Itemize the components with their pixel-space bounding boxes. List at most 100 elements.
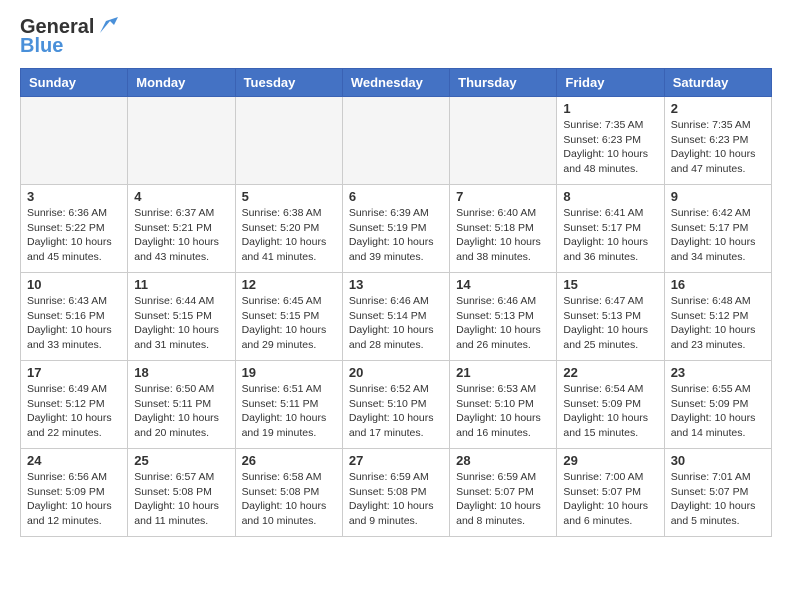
day-number: 23 (671, 365, 765, 380)
day-cell: 12 Sunrise: 6:45 AMSunset: 5:15 PMDayligh… (235, 273, 342, 361)
day-header-sunday: Sunday (21, 69, 128, 97)
day-cell: 15Sunrise: 6:47 AMSunset: 5:13 PMDayligh… (557, 273, 664, 361)
day-info: Sunrise: 6:39 AMSunset: 5:19 PMDaylight:… (349, 206, 443, 265)
day-number: 29 (563, 453, 657, 468)
day-info: Sunrise: 6:46 AMSunset: 5:13 PMDaylight:… (456, 294, 550, 353)
day-number: 2 (671, 101, 765, 116)
day-cell: 27 Sunrise: 6:59 AMSunset: 5:08 PMDayligh… (342, 449, 449, 537)
day-number: 20 (349, 365, 443, 380)
day-cell: 30 Sunrise: 7:01 AMSunset: 5:07 PMDayligh… (664, 449, 771, 537)
day-info: Sunrise: 6:49 AMSunset: 5:12 PMDaylight:… (27, 382, 121, 441)
day-cell: 29Sunrise: 7:00 AMSunset: 5:07 PMDayligh… (557, 449, 664, 537)
day-number: 3 (27, 189, 121, 204)
day-cell: 1 Sunrise: 7:35 AMSunset: 6:23 PMDaylight… (557, 97, 664, 185)
day-cell (235, 97, 342, 185)
day-number: 16 (671, 277, 765, 292)
day-number: 30 (671, 453, 765, 468)
day-info: Sunrise: 6:52 AMSunset: 5:10 PMDaylight:… (349, 382, 443, 441)
day-number: 27 (349, 453, 443, 468)
logo: General Blue (20, 16, 118, 58)
day-cell: 5 Sunrise: 6:38 AMSunset: 5:20 PMDaylight… (235, 185, 342, 273)
day-number: 9 (671, 189, 765, 204)
day-number: 26 (242, 453, 336, 468)
day-info: Sunrise: 7:35 AMSunset: 6:23 PMDaylight:… (671, 118, 765, 177)
day-cell: 2 Sunrise: 7:35 AMSunset: 6:23 PMDaylight… (664, 97, 771, 185)
day-info: Sunrise: 6:45 AMSunset: 5:15 PMDaylight:… (242, 294, 336, 353)
day-info: Sunrise: 6:55 AMSunset: 5:09 PMDaylight:… (671, 382, 765, 441)
day-info: Sunrise: 6:40 AMSunset: 5:18 PMDaylight:… (456, 206, 550, 265)
day-info: Sunrise: 6:46 AMSunset: 5:14 PMDaylight:… (349, 294, 443, 353)
day-header-saturday: Saturday (664, 69, 771, 97)
week-row-3: 17 Sunrise: 6:49 AMSunset: 5:12 PMDayligh… (21, 361, 772, 449)
day-cell: 25 Sunrise: 6:57 AMSunset: 5:08 PMDayligh… (128, 449, 235, 537)
day-info: Sunrise: 7:01 AMSunset: 5:07 PMDaylight:… (671, 470, 765, 529)
day-number: 12 (242, 277, 336, 292)
day-cell (21, 97, 128, 185)
day-header-wednesday: Wednesday (342, 69, 449, 97)
day-number: 18 (134, 365, 228, 380)
day-info: Sunrise: 7:35 AMSunset: 6:23 PMDaylight:… (563, 118, 657, 177)
day-info: Sunrise: 6:59 AMSunset: 5:07 PMDaylight:… (456, 470, 550, 529)
day-number: 5 (242, 189, 336, 204)
day-info: Sunrise: 6:59 AMSunset: 5:08 PMDaylight:… (349, 470, 443, 529)
day-number: 14 (456, 277, 550, 292)
day-info: Sunrise: 6:51 AMSunset: 5:11 PMDaylight:… (242, 382, 336, 441)
day-info: Sunrise: 6:48 AMSunset: 5:12 PMDaylight:… (671, 294, 765, 353)
day-number: 4 (134, 189, 228, 204)
day-info: Sunrise: 6:43 AMSunset: 5:16 PMDaylight:… (27, 294, 121, 353)
day-cell: 9 Sunrise: 6:42 AMSunset: 5:17 PMDaylight… (664, 185, 771, 273)
day-cell: 23 Sunrise: 6:55 AMSunset: 5:09 PMDayligh… (664, 361, 771, 449)
logo-blue: Blue (20, 35, 63, 58)
calendar-wrapper: SundayMondayTuesdayWednesdayThursdayFrid… (0, 68, 792, 547)
day-number: 21 (456, 365, 550, 380)
week-row-4: 24Sunrise: 6:56 AMSunset: 5:09 PMDayligh… (21, 449, 772, 537)
calendar-table: SundayMondayTuesdayWednesdayThursdayFrid… (20, 68, 772, 537)
day-info: Sunrise: 6:38 AMSunset: 5:20 PMDaylight:… (242, 206, 336, 265)
day-info: Sunrise: 6:37 AMSunset: 5:21 PMDaylight:… (134, 206, 228, 265)
day-cell: 4 Sunrise: 6:37 AMSunset: 5:21 PMDaylight… (128, 185, 235, 273)
day-cell: 16 Sunrise: 6:48 AMSunset: 5:12 PMDayligh… (664, 273, 771, 361)
logo-bird-icon (96, 15, 118, 37)
day-number: 10 (27, 277, 121, 292)
page-header: General Blue (0, 0, 792, 68)
day-cell: 17 Sunrise: 6:49 AMSunset: 5:12 PMDayligh… (21, 361, 128, 449)
day-cell: 24Sunrise: 6:56 AMSunset: 5:09 PMDayligh… (21, 449, 128, 537)
day-cell: 18 Sunrise: 6:50 AMSunset: 5:11 PMDayligh… (128, 361, 235, 449)
day-info: Sunrise: 6:42 AMSunset: 5:17 PMDaylight:… (671, 206, 765, 265)
day-number: 1 (563, 101, 657, 116)
day-number: 22 (563, 365, 657, 380)
day-number: 13 (349, 277, 443, 292)
day-cell (128, 97, 235, 185)
day-cell: 28Sunrise: 6:59 AMSunset: 5:07 PMDayligh… (450, 449, 557, 537)
day-cell: 19 Sunrise: 6:51 AMSunset: 5:11 PMDayligh… (235, 361, 342, 449)
day-info: Sunrise: 6:36 AMSunset: 5:22 PMDaylight:… (27, 206, 121, 265)
day-number: 25 (134, 453, 228, 468)
day-cell: 8Sunrise: 6:41 AMSunset: 5:17 PMDaylight… (557, 185, 664, 273)
week-row-0: 1 Sunrise: 7:35 AMSunset: 6:23 PMDaylight… (21, 97, 772, 185)
day-cell: 7 Sunrise: 6:40 AMSunset: 5:18 PMDaylight… (450, 185, 557, 273)
day-cell: 20 Sunrise: 6:52 AMSunset: 5:10 PMDayligh… (342, 361, 449, 449)
day-cell (450, 97, 557, 185)
day-info: Sunrise: 6:57 AMSunset: 5:08 PMDaylight:… (134, 470, 228, 529)
day-cell (342, 97, 449, 185)
day-cell: 14 Sunrise: 6:46 AMSunset: 5:13 PMDayligh… (450, 273, 557, 361)
day-number: 19 (242, 365, 336, 380)
day-header-monday: Monday (128, 69, 235, 97)
day-cell: 21 Sunrise: 6:53 AMSunset: 5:10 PMDayligh… (450, 361, 557, 449)
day-info: Sunrise: 6:58 AMSunset: 5:08 PMDaylight:… (242, 470, 336, 529)
day-info: Sunrise: 6:53 AMSunset: 5:10 PMDaylight:… (456, 382, 550, 441)
day-cell: 26 Sunrise: 6:58 AMSunset: 5:08 PMDayligh… (235, 449, 342, 537)
day-cell: 22Sunrise: 6:54 AMSunset: 5:09 PMDayligh… (557, 361, 664, 449)
day-number: 11 (134, 277, 228, 292)
day-info: Sunrise: 6:50 AMSunset: 5:11 PMDaylight:… (134, 382, 228, 441)
day-number: 17 (27, 365, 121, 380)
day-info: Sunrise: 6:56 AMSunset: 5:09 PMDaylight:… (27, 470, 121, 529)
day-number: 6 (349, 189, 443, 204)
day-cell: 6 Sunrise: 6:39 AMSunset: 5:19 PMDaylight… (342, 185, 449, 273)
day-number: 8 (563, 189, 657, 204)
day-number: 7 (456, 189, 550, 204)
day-info: Sunrise: 6:44 AMSunset: 5:15 PMDaylight:… (134, 294, 228, 353)
day-cell: 11 Sunrise: 6:44 AMSunset: 5:15 PMDayligh… (128, 273, 235, 361)
day-cell: 13 Sunrise: 6:46 AMSunset: 5:14 PMDayligh… (342, 273, 449, 361)
day-header-thursday: Thursday (450, 69, 557, 97)
